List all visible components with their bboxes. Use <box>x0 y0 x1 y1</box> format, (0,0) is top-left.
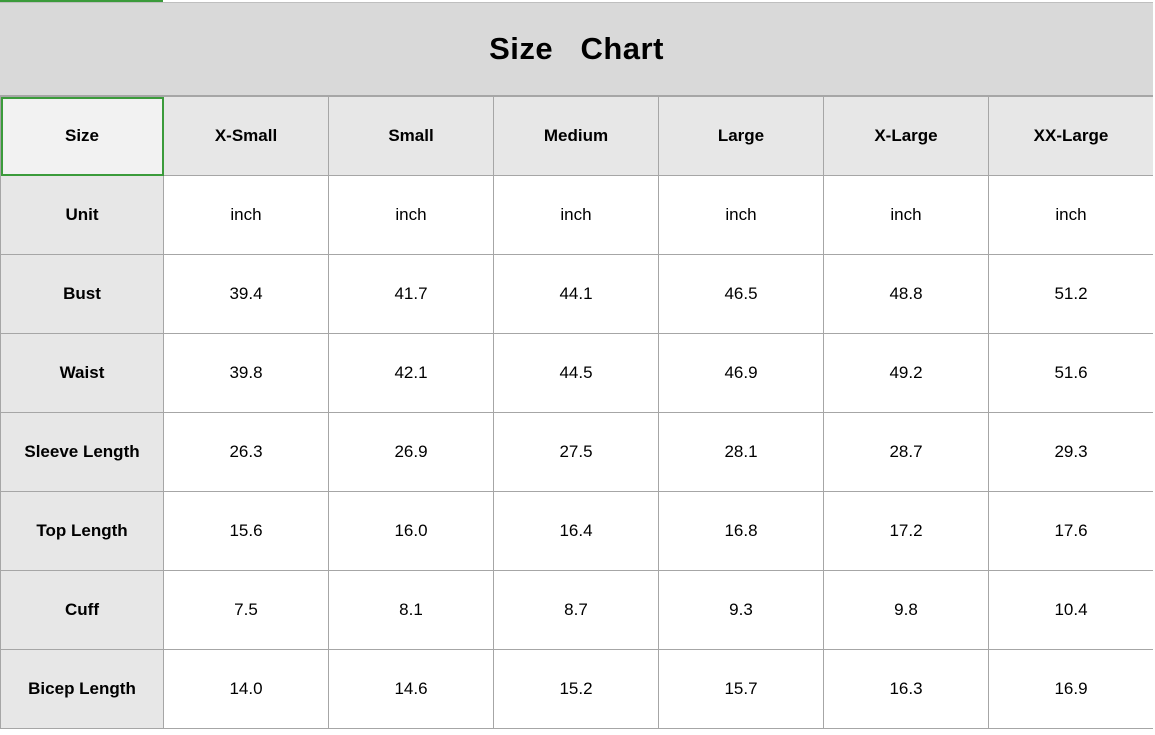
table-cell-bust-medium[interactable]: 44.1 <box>493 254 659 334</box>
table-cell-sleeve-length-x-large[interactable]: 28.7 <box>823 412 989 492</box>
table-cell-bicep-length-medium[interactable]: 15.2 <box>493 649 659 729</box>
selected-cell-size-label[interactable]: Size <box>0 96 164 176</box>
row-header-cuff[interactable]: Cuff <box>0 570 164 650</box>
table-row-cuff: Cuff 7.5 8.1 8.7 9.3 9.8 10.4 <box>0 570 1154 650</box>
table-cell-unit-x-small[interactable]: inch <box>163 175 329 255</box>
table-cell-unit-x-large[interactable]: inch <box>823 175 989 255</box>
table-cell-unit-large[interactable]: inch <box>658 175 824 255</box>
table-cell-top-length-large[interactable]: 16.8 <box>658 491 824 571</box>
column-select-indicator <box>0 0 163 2</box>
column-header-x-small[interactable]: X-Small <box>163 96 329 176</box>
table-cell-waist-large[interactable]: 46.9 <box>658 333 824 413</box>
row-header-top-length[interactable]: Top Length <box>0 491 164 571</box>
table-row-top-length: Top Length 15.6 16.0 16.4 16.8 17.2 17.6 <box>0 491 1154 571</box>
table-cell-sleeve-length-xx-large[interactable]: 29.3 <box>988 412 1154 492</box>
table-cell-bicep-length-small[interactable]: 14.6 <box>328 649 494 729</box>
table-cell-bicep-length-x-small[interactable]: 14.0 <box>163 649 329 729</box>
column-header-x-large[interactable]: X-Large <box>823 96 989 176</box>
table-cell-top-length-small[interactable]: 16.0 <box>328 491 494 571</box>
table-cell-top-length-x-large[interactable]: 17.2 <box>823 491 989 571</box>
table-cell-bust-x-large[interactable]: 48.8 <box>823 254 989 334</box>
table-cell-waist-x-large[interactable]: 49.2 <box>823 333 989 413</box>
table-row-sleeve-length: Sleeve Length 26.3 26.9 27.5 28.1 28.7 29.3 <box>0 412 1154 492</box>
page-title: Size Chart <box>489 31 664 66</box>
header-row: Size X-Small Small Medium Large X-Large … <box>0 96 1154 176</box>
table-cell-cuff-large[interactable]: 9.3 <box>658 570 824 650</box>
table-cell-waist-small[interactable]: 42.1 <box>328 333 494 413</box>
table-cell-cuff-small[interactable]: 8.1 <box>328 570 494 650</box>
table-cell-bust-x-small[interactable]: 39.4 <box>163 254 329 334</box>
title-merged-cell[interactable]: Size Chart <box>0 3 1153 96</box>
table-row-unit: Unit inch inch inch inch inch inch <box>0 175 1154 255</box>
table-cell-bust-small[interactable]: 41.7 <box>328 254 494 334</box>
size-chart-table: Size X-Small Small Medium Large X-Large … <box>0 96 1154 729</box>
table-row-bicep-length: Bicep Length 14.0 14.6 15.2 15.7 16.3 16.9 <box>0 649 1154 729</box>
table-cell-waist-xx-large[interactable]: 51.6 <box>988 333 1154 413</box>
column-header-medium[interactable]: Medium <box>493 96 659 176</box>
table-cell-waist-x-small[interactable]: 39.8 <box>163 333 329 413</box>
table-cell-unit-xx-large[interactable]: inch <box>988 175 1154 255</box>
table-cell-sleeve-length-x-small[interactable]: 26.3 <box>163 412 329 492</box>
row-header-sleeve-length[interactable]: Sleeve Length <box>0 412 164 492</box>
table-cell-bicep-length-x-large[interactable]: 16.3 <box>823 649 989 729</box>
table-cell-unit-small[interactable]: inch <box>328 175 494 255</box>
row-header-bust[interactable]: Bust <box>0 254 164 334</box>
table-row-waist: Waist 39.8 42.1 44.5 46.9 49.2 51.6 <box>0 333 1154 413</box>
table-cell-cuff-medium[interactable]: 8.7 <box>493 570 659 650</box>
table-cell-sleeve-length-medium[interactable]: 27.5 <box>493 412 659 492</box>
table-cell-bicep-length-xx-large[interactable]: 16.9 <box>988 649 1154 729</box>
table-cell-bust-xx-large[interactable]: 51.2 <box>988 254 1154 334</box>
table-cell-top-length-x-small[interactable]: 15.6 <box>163 491 329 571</box>
spreadsheet-view: Size Chart Size X-Small Small Medium Lar… <box>0 0 1155 735</box>
table-cell-bust-large[interactable]: 46.5 <box>658 254 824 334</box>
table-cell-cuff-x-small[interactable]: 7.5 <box>163 570 329 650</box>
column-header-xx-large[interactable]: XX-Large <box>988 96 1154 176</box>
table-cell-bicep-length-large[interactable]: 15.7 <box>658 649 824 729</box>
table-row-bust: Bust 39.4 41.7 44.1 46.5 48.8 51.2 <box>0 254 1154 334</box>
row-header-unit[interactable]: Unit <box>0 175 164 255</box>
row-header-waist[interactable]: Waist <box>0 333 164 413</box>
row-header-bicep-length[interactable]: Bicep Length <box>0 649 164 729</box>
column-header-large[interactable]: Large <box>658 96 824 176</box>
table-cell-top-length-xx-large[interactable]: 17.6 <box>988 491 1154 571</box>
column-header-small[interactable]: Small <box>328 96 494 176</box>
table-cell-sleeve-length-large[interactable]: 28.1 <box>658 412 824 492</box>
table-body: Unit inch inch inch inch inch inch Bust 39.4 41.7… <box>0 175 1154 729</box>
table-cell-top-length-medium[interactable]: 16.4 <box>493 491 659 571</box>
table-cell-unit-medium[interactable]: inch <box>493 175 659 255</box>
table-cell-sleeve-length-small[interactable]: 26.9 <box>328 412 494 492</box>
table-cell-cuff-x-large[interactable]: 9.8 <box>823 570 989 650</box>
table-cell-waist-medium[interactable]: 44.5 <box>493 333 659 413</box>
table-cell-cuff-xx-large[interactable]: 10.4 <box>988 570 1154 650</box>
